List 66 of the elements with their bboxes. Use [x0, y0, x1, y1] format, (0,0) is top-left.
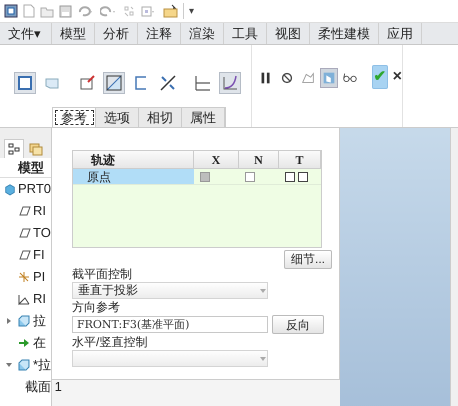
- arrow-icon: [17, 336, 31, 350]
- table-cell[interactable]: 原点: [73, 169, 194, 184]
- extrude-icon: [16, 358, 31, 372]
- checkbox[interactable]: [298, 172, 308, 182]
- folders-icon: [29, 142, 43, 156]
- tree-item[interactable]: *拉: [32, 355, 51, 375]
- normal-lines-icon: [193, 73, 213, 93]
- panel-tab[interactable]: 选项: [96, 108, 139, 127]
- dropdown-arrow-icon: [259, 288, 267, 294]
- tree-item[interactable]: FI: [33, 245, 45, 265]
- details-button[interactable]: 细节...: [284, 250, 332, 269]
- column-header: 轨迹: [73, 151, 194, 168]
- field-label: 截平面控制: [72, 267, 133, 281]
- model-tree-title: 模型: [0, 158, 51, 178]
- tree-item[interactable]: 在: [33, 333, 46, 353]
- tree-item[interactable]: PI: [33, 267, 46, 287]
- menu-tab[interactable]: 视图: [267, 23, 310, 44]
- coordinate-system-icon: [17, 270, 31, 284]
- panel-tab[interactable]: 参考: [53, 108, 96, 127]
- menu-tab[interactable]: 渲染: [181, 23, 224, 44]
- cut-icon: [104, 73, 124, 93]
- field-label: 方向参考: [72, 300, 121, 314]
- app-icon[interactable]: [4, 4, 18, 18]
- save-icon[interactable]: [59, 4, 72, 18]
- menu-tab[interactable]: 模型: [52, 23, 95, 44]
- axis-icon: [17, 292, 31, 306]
- menu-tab[interactable]: 注释: [138, 23, 181, 44]
- datum-plane-icon: [17, 204, 31, 218]
- menu-tab[interactable]: 柔性建模: [310, 23, 379, 44]
- column-header: T: [279, 151, 321, 168]
- checkbox[interactable]: [245, 172, 255, 182]
- menu-tab[interactable]: 工具: [224, 23, 267, 44]
- tree-item[interactable]: RI: [33, 289, 46, 309]
- tool-button[interactable]: [219, 72, 241, 94]
- menu-tab[interactable]: 分析: [95, 23, 138, 44]
- reference-field[interactable]: FRONT:F3(基准平面): [72, 316, 268, 333]
- column-header: X: [194, 151, 239, 168]
- part-cube-icon: [4, 182, 16, 196]
- datum-plane-icon: [17, 248, 31, 262]
- menu-tab[interactable]: 文件▾: [0, 23, 52, 44]
- checkbox[interactable]: [285, 172, 295, 182]
- tree-item[interactable]: RI: [33, 201, 46, 221]
- panel-tab[interactable]: 属性: [182, 108, 225, 127]
- collapsed-triangle-icon[interactable]: [5, 317, 13, 325]
- solid-icon: [15, 73, 35, 93]
- tree-item[interactable]: 截面 1: [25, 377, 62, 397]
- tree-item[interactable]: TO: [33, 223, 51, 243]
- flip-arrows-icon: [158, 73, 178, 93]
- dropdown[interactable]: 垂直于投影: [72, 282, 268, 299]
- datum-plane-icon: [17, 226, 31, 240]
- panel-tab[interactable]: 相切: [139, 108, 182, 127]
- tree-item[interactable]: 拉: [33, 311, 46, 331]
- flip-button[interactable]: 反向: [272, 315, 324, 334]
- extrude-icon: [17, 314, 31, 328]
- dropdown-arrow-icon: [259, 356, 267, 362]
- model-tree-tab[interactable]: [4, 139, 24, 158]
- tree-item[interactable]: PRT0: [18, 179, 51, 199]
- menu-tab[interactable]: 应用: [379, 23, 422, 44]
- tool-button[interactable]: [103, 72, 125, 94]
- tree-icon: [8, 143, 20, 155]
- cancel-button[interactable]: ×: [392, 68, 402, 86]
- column-header: N: [239, 151, 279, 168]
- customize-toolbar-button[interactable]: ▾: [189, 4, 194, 18]
- field-label: 水平/竖直控制: [72, 335, 148, 349]
- expanded-triangle-icon[interactable]: [5, 361, 13, 369]
- folder-icon[interactable]: [163, 4, 178, 18]
